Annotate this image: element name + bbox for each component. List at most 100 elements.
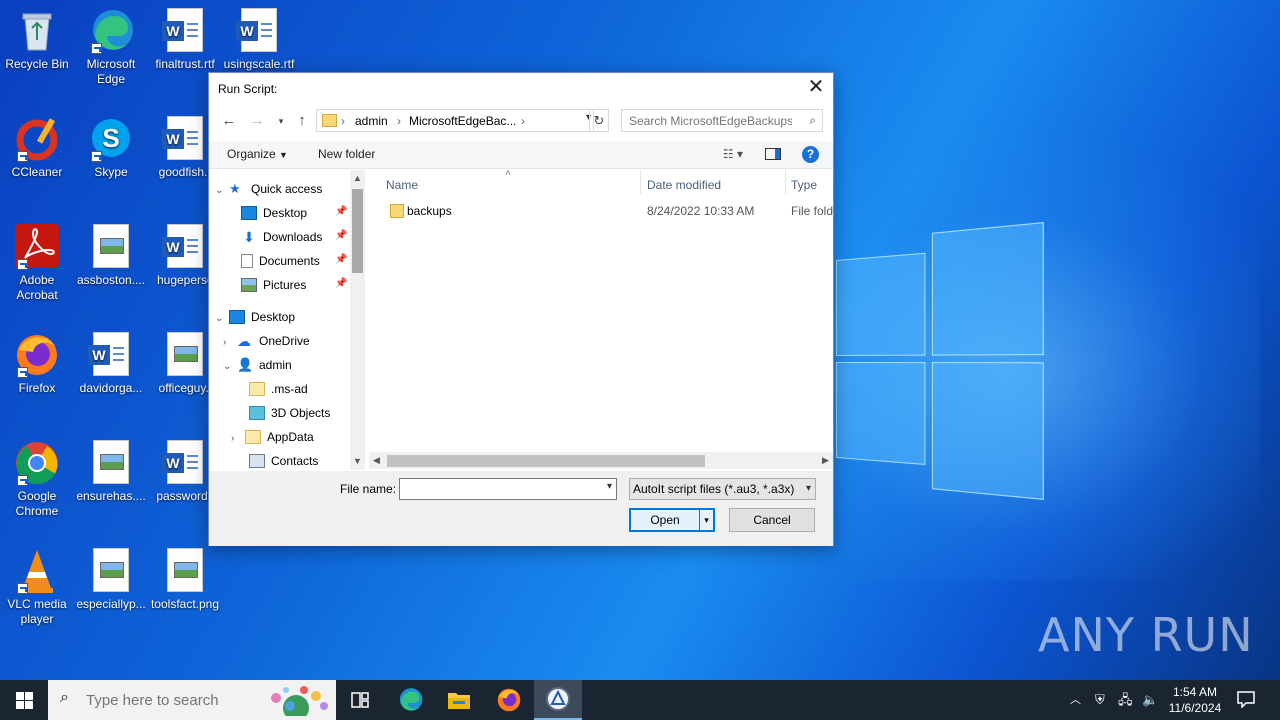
desktop-icon-skype[interactable]: S Skype <box>74 116 148 180</box>
taskbar-autoit[interactable] <box>534 680 582 720</box>
cloud-icon: ☁ <box>237 332 251 349</box>
ccleaner-icon <box>15 116 59 162</box>
desktop-icon-word-file[interactable]: W finaltrust.rtf <box>148 8 222 72</box>
tree-item-contacts[interactable]: Contacts <box>235 449 318 470</box>
tree-item-appdata[interactable]: › AppData <box>231 425 314 449</box>
taskbar-firefox[interactable] <box>485 680 533 720</box>
column-header-type[interactable]: Type <box>791 178 817 192</box>
image-file-icon <box>163 332 207 378</box>
new-folder-button[interactable]: New folder <box>318 147 375 161</box>
task-view-button[interactable] <box>336 680 384 720</box>
pin-icon: 📌 <box>335 206 348 217</box>
adobe-acrobat-icon <box>15 224 59 270</box>
security-icon[interactable]: ⛨ <box>1095 680 1105 720</box>
scrollbar-thumb[interactable] <box>352 189 363 273</box>
notifications-icon[interactable] <box>1236 690 1256 708</box>
breadcrumb-admin[interactable]: admin <box>355 114 388 128</box>
tree-item-onedrive[interactable]: › ☁ OneDrive <box>223 329 310 353</box>
forward-arrow-icon[interactable]: → <box>247 111 267 131</box>
preview-pane-icon[interactable] <box>765 148 781 160</box>
help-icon[interactable]: ? <box>802 146 819 163</box>
scroll-down-icon[interactable]: ▼ <box>350 454 365 469</box>
desktop-icon-word-file[interactable]: W usingscale.rtf <box>222 8 296 72</box>
desktop-icon-image-file[interactable]: especiallyp... <box>74 548 148 612</box>
volume-icon[interactable]: 🔈 <box>1142 680 1158 720</box>
file-name-input[interactable] <box>400 479 590 499</box>
taskbar-search-input[interactable] <box>86 690 256 710</box>
run-script-dialog: Run Script: ✕ ← → ▾ ↑ › admin › Microsof… <box>208 72 834 546</box>
open-button[interactable]: Open ▾ <box>629 508 715 532</box>
show-hidden-icons-chevron-icon[interactable]: ︿ <box>1070 680 1081 720</box>
recent-locations-chevron-icon[interactable]: ▾ <box>271 111 291 131</box>
close-icon[interactable]: ✕ <box>805 77 827 99</box>
chevron-down-icon[interactable]: ▾ <box>607 481 612 492</box>
pin-icon: 📌 <box>335 230 348 241</box>
back-arrow-icon[interactable]: ← <box>219 111 239 131</box>
tree-item-admin[interactable]: ⌄ 👤 admin <box>223 353 292 377</box>
taskbar-edge[interactable] <box>386 680 434 720</box>
desktop-icon-google-chrome[interactable]: Google Chrome <box>0 440 74 519</box>
navigation-pane-scrollbar[interactable]: ▲ ▼ <box>350 170 365 470</box>
desktop-icon-image-file[interactable]: assboston.... <box>74 224 148 288</box>
chrome-icon <box>15 440 59 486</box>
pin-icon: 📌 <box>335 254 348 265</box>
open-dropdown-icon[interactable]: ▾ <box>699 510 713 530</box>
change-view-icon[interactable]: ☷ ▾ <box>723 147 743 161</box>
desktop-icon-image-file[interactable]: ensurehas.... <box>74 440 148 504</box>
tree-item-3d-objects[interactable]: 3D Objects <box>235 401 330 425</box>
cube-icon <box>249 405 265 420</box>
desktop-icon-recycle-bin[interactable]: Recycle Bin <box>0 8 74 72</box>
tree-item-desktop[interactable]: Desktop <box>227 201 307 225</box>
up-arrow-icon[interactable]: ↑ <box>292 111 312 131</box>
file-row[interactable]: backups 8/24/2022 10:33 AM File fold <box>369 200 833 222</box>
file-name-combobox[interactable]: ▾ <box>399 478 617 500</box>
scroll-right-icon[interactable]: ▶ <box>818 452 833 469</box>
tree-item-downloads[interactable]: ⬇ Downloads <box>227 225 322 249</box>
file-type-filter-select[interactable]: AutoIt script files (*.au3, *.a3x) ▾ <box>629 478 816 500</box>
organize-button[interactable]: Organize ▼ <box>227 147 288 161</box>
breadcrumb-microsoftedgebackups[interactable]: MicrosoftEdgeBac... <box>409 114 516 128</box>
taskbar-file-explorer[interactable] <box>435 680 483 720</box>
desktop-icon-label: Skype <box>94 165 128 179</box>
desktop-icon-adobe-acrobat[interactable]: Adobe Acrobat <box>0 224 74 303</box>
desktop-icon-label: assboston.... <box>76 273 146 287</box>
image-file-icon <box>89 548 133 594</box>
start-button[interactable] <box>0 680 48 720</box>
search-input[interactable] <box>622 110 792 131</box>
tree-item-desktop-root[interactable]: ⌄ Desktop <box>215 305 295 329</box>
firefox-icon <box>497 688 521 712</box>
tree-item-ms-ad[interactable]: .ms-ad <box>235 377 308 401</box>
scroll-up-icon[interactable]: ▲ <box>350 171 365 186</box>
scroll-left-icon[interactable]: ◀ <box>369 452 384 469</box>
cancel-button[interactable]: Cancel <box>729 508 815 532</box>
search-box[interactable]: ⌕ <box>621 109 823 132</box>
desktop-icon-label: Recycle Bin <box>5 57 69 71</box>
desktop-icon-image-file[interactable]: toolsfact.png <box>148 548 222 612</box>
network-icon[interactable]: 🖧 <box>1118 680 1133 720</box>
scrollbar-thumb[interactable] <box>387 455 705 467</box>
folder-icon <box>322 114 337 127</box>
folder-icon <box>448 693 470 709</box>
dialog-titlebar[interactable]: Run Script: ✕ <box>209 73 833 103</box>
file-date-modified: 8/24/2022 10:33 AM <box>647 204 755 218</box>
open-button-label: Open <box>650 513 680 527</box>
column-header-name[interactable]: Name <box>386 178 418 192</box>
tree-item-quick-access[interactable]: ⌄ ★ Quick access <box>215 177 322 201</box>
desktop-icon-vlc[interactable]: VLC media player <box>0 548 74 627</box>
tree-item-documents[interactable]: Documents <box>227 249 320 273</box>
desktop-icon-label: Adobe Acrobat <box>16 273 58 302</box>
desktop-icon-microsoft-edge[interactable]: Microsoft Edge <box>74 8 148 87</box>
file-list-horizontal-scrollbar[interactable]: ◀ ▶ <box>369 452 833 469</box>
desktop-icon-firefox[interactable]: Firefox <box>0 332 74 396</box>
taskbar-clock[interactable]: 1:54 AM 11/6/2024 <box>1160 684 1230 716</box>
desktop-icon-ccleaner[interactable]: CCleaner <box>0 116 74 180</box>
tree-item-pictures[interactable]: Pictures <box>227 273 306 297</box>
task-view-icon <box>351 692 369 708</box>
address-bar[interactable]: › admin › MicrosoftEdgeBac... › ▾ <box>316 109 594 132</box>
desktop-icon-word-file[interactable]: W davidorga... <box>74 332 148 396</box>
taskbar-search-box[interactable]: ⌕ <box>48 680 336 720</box>
skype-icon: S <box>89 116 133 162</box>
refresh-icon[interactable]: ↻ <box>589 109 609 132</box>
desktop-icon <box>241 205 257 220</box>
column-header-date-modified[interactable]: Date modified <box>647 178 721 192</box>
